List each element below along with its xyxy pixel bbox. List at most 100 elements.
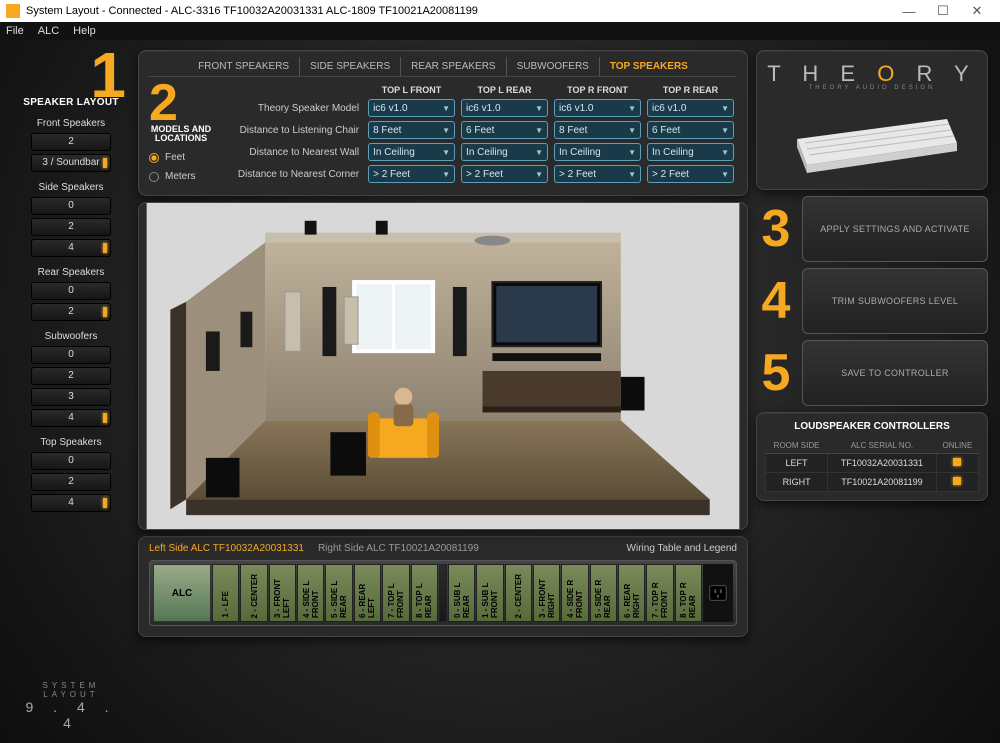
left-alc-label[interactable]: Left Side ALC TF10032A20031331	[149, 543, 304, 554]
brand-logo: T H E O R Y	[767, 61, 976, 87]
speaker-tabs: FRONT SPEAKERSSIDE SPEAKERSREAR SPEAKERS…	[149, 57, 737, 77]
apply-settings-button[interactable]: APPLY SETTINGS AND ACTIVATE	[802, 196, 988, 262]
group-label: Subwoofers	[12, 331, 130, 342]
chevron-down-icon: ▼	[628, 170, 636, 179]
controller-strip-panel: Left Side ALC TF10032A20031331 Right Sid…	[138, 536, 748, 637]
speaker-count-option[interactable]: 4	[31, 494, 111, 512]
layout-label: SYSTEM LAYOUT	[12, 681, 130, 699]
speaker-count-option[interactable]: 2	[31, 133, 111, 151]
chevron-down-icon: ▼	[721, 148, 729, 157]
speaker-count-option[interactable]: 4	[31, 239, 111, 257]
grid-dropdown[interactable]: 6 Feet▼	[461, 121, 548, 139]
units-meters[interactable]: Meters	[149, 171, 213, 182]
models-panel: FRONT SPEAKERSSIDE SPEAKERSREAR SPEAKERS…	[138, 50, 748, 196]
group-label: Top Speakers	[12, 437, 130, 448]
speaker-count-option[interactable]: 0	[31, 452, 111, 470]
speaker-count-option[interactable]: 3	[31, 388, 111, 406]
speaker-count-option[interactable]: 2	[31, 473, 111, 491]
grid-dropdown[interactable]: In Ceiling▼	[554, 143, 641, 161]
grid-dropdown[interactable]: ic6 v1.0▼	[368, 99, 455, 117]
wiring-legend-link[interactable]: Wiring Table and Legend	[627, 543, 737, 554]
controllers-panel: LOUDSPEAKER CONTROLLERS ROOM SIDEALC SER…	[756, 412, 988, 501]
grid-dropdown[interactable]: In Ceiling▼	[647, 143, 734, 161]
step1-title: SPEAKER LAYOUT	[12, 97, 130, 108]
grid-column-header: TOP R FRONT	[551, 83, 644, 97]
channel-label: 4 - SIDE L FRONT	[302, 565, 320, 618]
chevron-down-icon: ▼	[442, 170, 450, 179]
grid-dropdown[interactable]: ic6 v1.0▼	[554, 99, 641, 117]
layout-value: 9 . 4 . 4	[12, 699, 130, 731]
right-alc-label[interactable]: Right Side ALC TF10021A20081199	[318, 543, 479, 554]
menu-file[interactable]: File	[6, 25, 24, 37]
step5-number: 5	[756, 347, 796, 399]
units-feet[interactable]: Feet	[149, 152, 213, 163]
channel-label: 5 - SIDE R REAR	[594, 565, 612, 618]
grid-dropdown[interactable]: > 2 Feet▼	[461, 165, 548, 183]
channel-slot: 4 - SIDE L FRONT	[297, 564, 324, 622]
speaker-tab[interactable]: REAR SPEAKERS	[401, 57, 506, 76]
menu-help[interactable]: Help	[73, 25, 96, 37]
grid-row-label: Distance to Listening Chair	[221, 119, 365, 141]
grid-dropdown[interactable]: > 2 Feet▼	[368, 165, 455, 183]
alc-plate: ALC	[153, 564, 211, 622]
device-illustration	[777, 99, 967, 179]
radio-icon-off	[149, 172, 159, 182]
speaker-count-option[interactable]: 0	[31, 346, 111, 364]
channel-label: 4 - SIDE R FRONT	[566, 565, 584, 618]
grid-column-header: TOP L REAR	[458, 83, 551, 97]
lsc-header: ROOM SIDE	[766, 438, 828, 454]
grid-dropdown[interactable]: ic6 v1.0▼	[647, 99, 734, 117]
speaker-count-option[interactable]: 2	[31, 218, 111, 236]
lsc-serial: TF10032A20031331	[828, 454, 937, 473]
channel-slot: 2 - CENTER	[240, 564, 267, 622]
speaker-count-option[interactable]: 2	[31, 367, 111, 385]
grid-dropdown[interactable]: ic6 v1.0▼	[461, 99, 548, 117]
grid-dropdown[interactable]: 8 Feet▼	[368, 121, 455, 139]
grid-dropdown[interactable]: > 2 Feet▼	[647, 165, 734, 183]
window-title: System Layout - Connected - ALC-3316 TF1…	[26, 5, 478, 17]
controllers-title: LOUDSPEAKER CONTROLLERS	[765, 421, 979, 432]
speaker-grid: TOP L FRONTTOP L REARTOP R FRONTTOP R RE…	[221, 83, 737, 185]
speaker-count-option[interactable]: 4	[31, 409, 111, 427]
room-illustration	[139, 203, 747, 529]
grid-dropdown[interactable]: > 2 Feet▼	[554, 165, 641, 183]
action-4-row: 4 TRIM SUBWOOFERS LEVEL	[756, 268, 988, 334]
grid-dropdown[interactable]: 6 Feet▼	[647, 121, 734, 139]
grid-dropdown[interactable]: 8 Feet▼	[554, 121, 641, 139]
minimize-button[interactable]: —	[892, 4, 926, 19]
speaker-count-option[interactable]: 3 / Soundbar	[31, 154, 111, 172]
grid-column-header: TOP R REAR	[644, 83, 737, 97]
maximize-button[interactable]: ☐	[926, 3, 960, 19]
channel-divider	[439, 564, 447, 622]
close-button[interactable]: ✕	[960, 3, 994, 19]
action-3-row: 3 APPLY SETTINGS AND ACTIVATE	[756, 196, 988, 262]
trim-subwoofers-button[interactable]: TRIM SUBWOOFERS LEVEL	[802, 268, 988, 334]
lsc-header: ONLINE	[936, 438, 978, 454]
grid-dropdown[interactable]: In Ceiling▼	[461, 143, 548, 161]
channel-slot: 3 - FRONT LEFT	[269, 564, 296, 622]
speaker-tab[interactable]: TOP SPEAKERS	[600, 57, 698, 76]
channel-slot: 2 - CENTER	[505, 564, 532, 622]
brand-subtitle: THEORY AUDIO DESIGN	[809, 85, 936, 91]
chevron-down-icon: ▼	[442, 148, 450, 157]
chevron-down-icon: ▼	[442, 104, 450, 113]
grid-row-label: Theory Speaker Model	[221, 97, 365, 119]
menu-alc[interactable]: ALC	[38, 25, 59, 37]
room-visual	[138, 202, 748, 530]
speaker-tab[interactable]: SIDE SPEAKERS	[300, 57, 401, 76]
speaker-count-option[interactable]: 2	[31, 303, 111, 321]
chevron-down-icon: ▼	[535, 104, 543, 113]
grid-dropdown[interactable]: In Ceiling▼	[368, 143, 455, 161]
chevron-down-icon: ▼	[721, 126, 729, 135]
speaker-count-option[interactable]: 0	[31, 282, 111, 300]
save-controller-button[interactable]: SAVE TO CONTROLLER	[802, 340, 988, 406]
channel-label: 8 - TOP R REAR	[679, 565, 697, 618]
app-body: 1 SPEAKER LAYOUT Front Speakers23 / Soun…	[0, 40, 1000, 743]
channel-label: 3 - FRONT LEFT	[273, 565, 291, 618]
chevron-down-icon: ▼	[721, 104, 729, 113]
channel-slot: 4 - SIDE R FRONT	[561, 564, 588, 622]
speaker-count-option[interactable]: 0	[31, 197, 111, 215]
step1-number: 1	[12, 50, 130, 101]
speaker-tab[interactable]: FRONT SPEAKERS	[188, 57, 300, 76]
speaker-tab[interactable]: SUBWOOFERS	[507, 57, 600, 76]
